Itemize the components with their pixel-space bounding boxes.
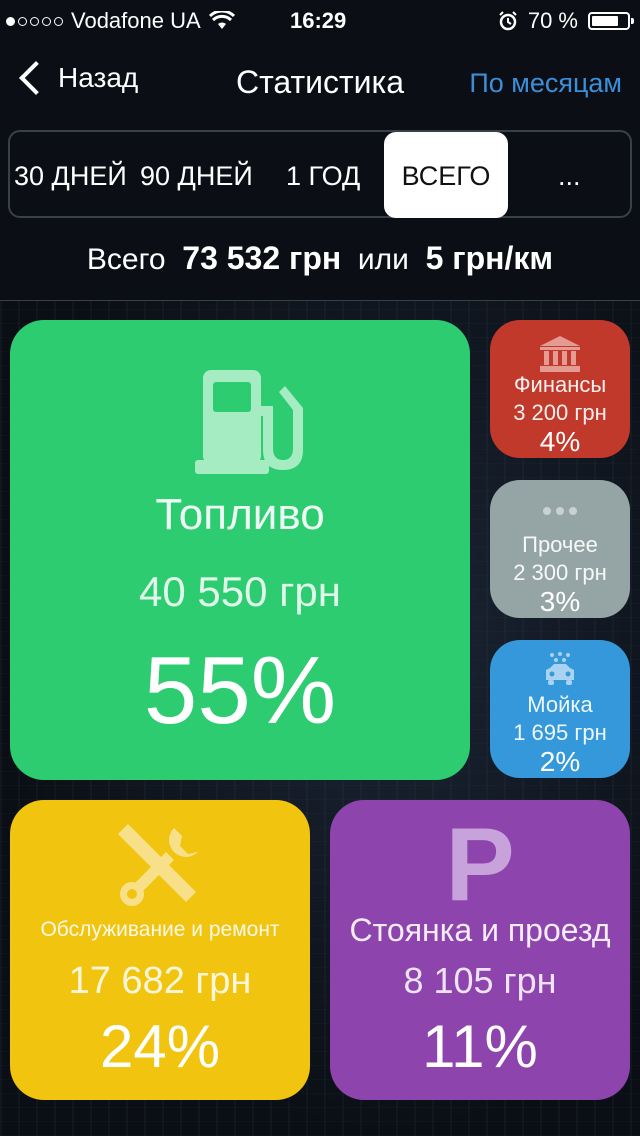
category-percent: 3% [539, 586, 581, 617]
by-months-button[interactable]: По месяцам [469, 68, 622, 99]
category-percent: 4% [539, 426, 581, 457]
tools-icon [118, 824, 198, 906]
category-amount: 8 105 грн [403, 960, 557, 1001]
category-name: Финансы [513, 372, 607, 397]
category-tile-parking[interactable]: P Стоянка и проезд 8 105 грн 11% [330, 800, 630, 1100]
period-30-days[interactable]: 30 ДНЕЙ [14, 132, 127, 216]
category-percent: 11% [422, 1013, 538, 1080]
navigation-bar: Назад Статистика По месяцам [0, 50, 640, 120]
car-wash-icon [546, 652, 574, 685]
period-segmented-control: 30 ДНЕЙ 90 ДНЕЙ 1 ГОД ВСЕГО ... [8, 130, 632, 218]
alarm-icon [499, 11, 517, 31]
category-amount: 17 682 грн [68, 960, 252, 1002]
signal-strength-icon [6, 16, 63, 26]
total-summary: Всего 73 532 грн или 5 грн/км [0, 240, 640, 277]
battery-icon [588, 12, 634, 30]
category-name: Прочее [522, 532, 598, 557]
category-amount: 3 200 грн [513, 400, 607, 425]
bank-icon [540, 336, 580, 372]
more-dots-icon [543, 507, 577, 515]
category-amount: 40 550 грн [138, 568, 341, 615]
fuel-pump-icon [195, 370, 303, 474]
category-percent: 2% [539, 746, 581, 777]
total-connector: или [357, 243, 409, 276]
clock: 16:29 [290, 8, 347, 33]
category-tile-finance[interactable]: Финансы 3 200 грн 4% [490, 320, 630, 458]
category-tile-service[interactable]: Обслуживание и ремонт 17 682 грн 24% [10, 800, 310, 1100]
parking-icon: P [445, 807, 515, 923]
period-more[interactable]: ... [558, 132, 581, 216]
cost-per-km: 5 грн/км [425, 240, 554, 276]
category-name: Топливо [155, 490, 325, 539]
category-name: Мойка [527, 692, 593, 717]
total-amount: 73 532 грн [182, 240, 342, 276]
category-name: Стоянка и проезд [349, 912, 611, 948]
status-bar: Vodafone UA 16:29 70 % [0, 0, 640, 40]
category-tile-fuel[interactable]: Топливо 40 550 грн 55% [10, 320, 470, 780]
category-percent: 55% [143, 637, 337, 744]
divider [0, 300, 640, 301]
period-all[interactable]: ВСЕГО [384, 132, 508, 218]
category-name: Обслуживание и ремонт [40, 918, 280, 941]
battery-percent: 70 % [527, 8, 578, 33]
carrier-label: Vodafone UA [71, 8, 201, 33]
category-tile-other[interactable]: Прочее 2 300 грн 3% [490, 480, 630, 618]
category-amount: 1 695 грн [513, 720, 607, 745]
category-tile-wash[interactable]: Мойка 1 695 грн 2% [490, 640, 630, 778]
category-percent: 24% [99, 1013, 221, 1080]
total-prefix: Всего [86, 243, 166, 276]
period-90-days[interactable]: 90 ДНЕЙ [140, 132, 253, 216]
wifi-icon [208, 11, 235, 29]
period-1-year[interactable]: 1 ГОД [286, 132, 360, 216]
category-amount: 2 300 грн [513, 560, 607, 585]
